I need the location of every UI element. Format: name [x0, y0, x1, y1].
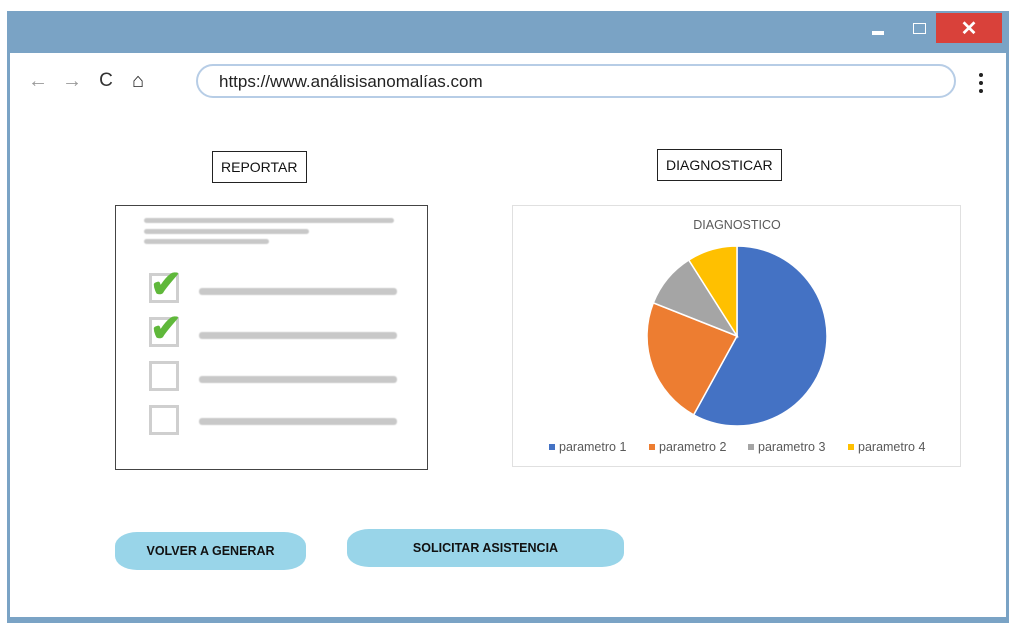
maximize-icon: [912, 22, 926, 34]
close-button[interactable]: ✕: [936, 13, 1002, 43]
more-menu-icon[interactable]: [971, 63, 991, 103]
legend-label-3: parametro 3: [758, 440, 825, 454]
text-placeholder-line: [144, 218, 394, 223]
minimize-button[interactable]: [859, 13, 897, 43]
legend-swatch-2: [649, 444, 655, 450]
report-label: REPORTAR: [212, 151, 307, 183]
checkmark-icon: ✔: [150, 308, 182, 350]
browser-window: ✕ ← → C ⌂ https://www.análisisanomalías.…: [7, 11, 1009, 623]
checkmark-icon: ✔: [150, 264, 182, 306]
home-icon[interactable]: ⌂: [126, 67, 150, 95]
legend-swatch-4: [848, 444, 854, 450]
reload-icon[interactable]: C: [94, 67, 118, 95]
report-checklist-panel: ✔ ✔: [115, 205, 428, 470]
checklist-checkbox[interactable]: ✔: [149, 310, 182, 348]
address-bar[interactable]: https://www.análisisanomalías.com: [196, 64, 956, 98]
checklist-checkbox[interactable]: ✔: [149, 266, 182, 304]
checklist-item-line: [199, 332, 397, 339]
checklist-checkbox[interactable]: [149, 361, 179, 391]
request-assistance-button[interactable]: SOLICITAR ASISTENCIA: [347, 529, 624, 567]
url-text[interactable]: https://www.análisisanomalías.com: [219, 72, 483, 92]
browser-toolbar: ← → C ⌂ https://www.análisisanomalías.co…: [10, 53, 1006, 114]
legend-label-4: parametro 4: [858, 440, 925, 454]
diagnose-label: DIAGNOSTICAR: [657, 149, 782, 181]
diagnosis-chart-panel: DIAGNOSTICO parametro 1 parametro 2 parame…: [512, 205, 961, 467]
maximize-button[interactable]: [900, 13, 938, 43]
pie-chart: DIAGNOSTICO parametro 1 parametro 2 parame…: [549, 218, 925, 454]
legend-label-1: parametro 1: [559, 440, 626, 454]
page-content: REPORTAR DIAGNOSTICAR ✔ ✔ DIAGNOSTICO pa…: [10, 114, 1006, 617]
title-bar[interactable]: ✕: [7, 11, 1009, 53]
checklist-item-line: [199, 418, 397, 425]
checklist-item-line: [199, 376, 397, 383]
text-placeholder-line: [144, 229, 309, 234]
close-icon: ✕: [960, 17, 978, 40]
chart-title: DIAGNOSTICO: [693, 218, 781, 232]
regenerate-button[interactable]: VOLVER A GENERAR: [115, 532, 306, 570]
text-placeholder-line: [144, 239, 269, 244]
legend-swatch-1: [549, 444, 555, 450]
checklist-checkbox[interactable]: [149, 405, 179, 435]
back-arrow-icon[interactable]: ←: [26, 67, 50, 95]
legend-label-2: parametro 2: [659, 440, 726, 454]
minimize-icon: [872, 31, 884, 35]
checklist-item-line: [199, 288, 397, 295]
legend-swatch-3: [748, 444, 754, 450]
forward-arrow-icon[interactable]: →: [60, 67, 84, 95]
